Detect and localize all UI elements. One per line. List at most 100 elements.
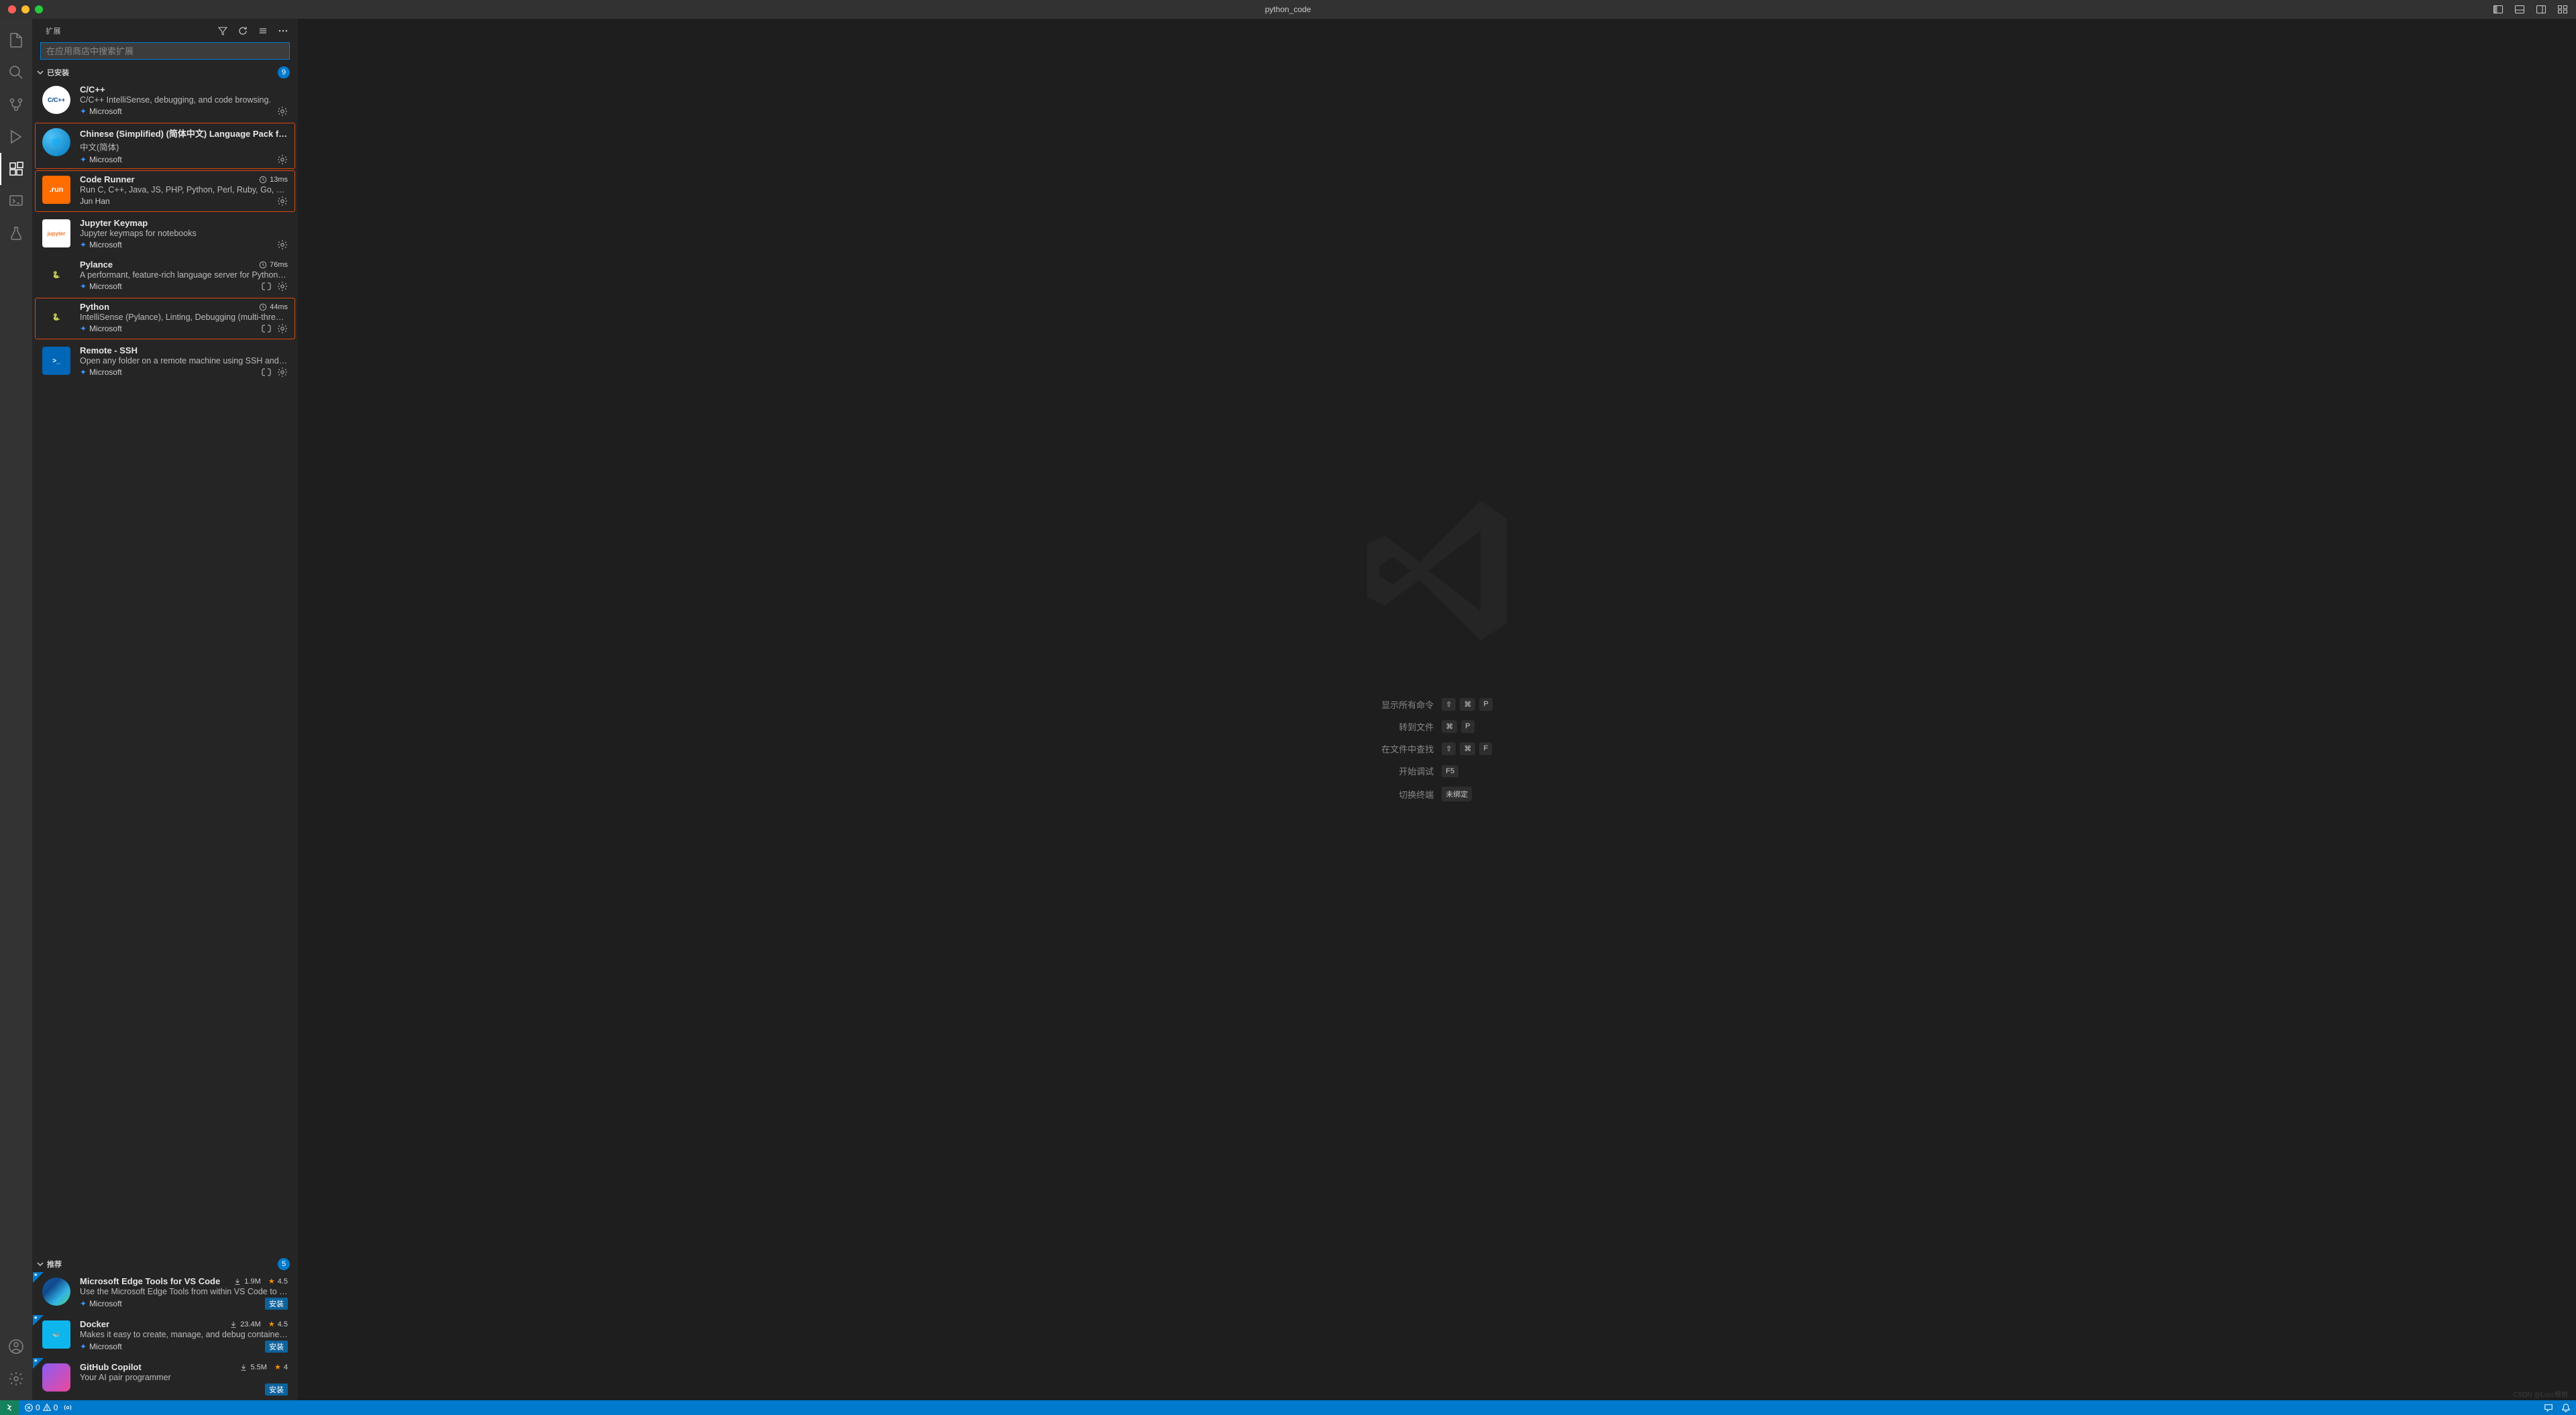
activity-search[interactable] bbox=[0, 56, 32, 89]
activity-remote-explorer[interactable] bbox=[0, 185, 32, 217]
section-recommended-label: 推荐 bbox=[47, 1259, 62, 1269]
feedback-icon bbox=[2544, 1403, 2553, 1412]
section-recommended-header[interactable]: 推荐 5 bbox=[32, 1257, 298, 1271]
star-icon: ★ bbox=[268, 1277, 275, 1286]
gear-icon[interactable] bbox=[277, 196, 288, 207]
minimize-button[interactable] bbox=[21, 5, 30, 13]
extension-item[interactable]: 🌐 Chinese (Simplified) (简体中文) Language P… bbox=[35, 123, 295, 169]
close-button[interactable] bbox=[8, 5, 16, 13]
extension-item[interactable]: 🐍 Python44ms IntelliSense (Pylance), Lin… bbox=[35, 298, 295, 339]
broadcast-icon bbox=[63, 1403, 72, 1412]
rating: 4.5 bbox=[278, 1320, 288, 1328]
status-problems[interactable]: 0 0 bbox=[24, 1403, 58, 1412]
window-title: python_code bbox=[1265, 5, 1311, 14]
activity-accounts[interactable] bbox=[0, 1331, 32, 1363]
customize-layout-icon[interactable] bbox=[2557, 4, 2568, 15]
gear-icon[interactable] bbox=[277, 106, 288, 117]
shortcut-label: 开始调试 bbox=[1381, 765, 1434, 777]
extension-name: Docker bbox=[80, 1319, 109, 1329]
activity-scm[interactable] bbox=[0, 89, 32, 121]
editor-area: 显示所有命令⇧⌘P转到文件⌘P在文件中查找⇧⌘F开始调试F5切换终端未绑定 bbox=[298, 19, 2576, 1400]
star-icon: ★ bbox=[268, 1320, 275, 1328]
gear-icon[interactable] bbox=[277, 281, 288, 292]
extension-item[interactable]: 🐍 Pylance76ms A performant, feature-rich… bbox=[32, 255, 298, 296]
clear-icon[interactable] bbox=[258, 25, 268, 36]
install-button[interactable]: 安装 bbox=[265, 1298, 288, 1310]
activity-bar bbox=[0, 19, 32, 1400]
clock-icon bbox=[259, 303, 267, 311]
sidebar-title: 扩展 bbox=[46, 25, 61, 36]
key: ⇧ bbox=[1442, 698, 1456, 711]
more-icon[interactable] bbox=[278, 25, 288, 36]
extension-publisher: Microsoft bbox=[89, 324, 122, 333]
sync-ignored-icon[interactable] bbox=[261, 323, 272, 334]
search-input[interactable] bbox=[40, 42, 290, 60]
extension-item[interactable]: .run Code Runner13ms Run C, C++, Java, J… bbox=[35, 170, 295, 212]
gear-icon[interactable] bbox=[277, 367, 288, 378]
toggle-primary-sidebar-icon[interactable] bbox=[2493, 4, 2504, 15]
statusbar: 0 0 bbox=[0, 1400, 2576, 1415]
titlebar: python_code bbox=[0, 0, 2576, 19]
verified-icon: ✦ bbox=[80, 367, 87, 377]
status-ports[interactable] bbox=[63, 1403, 72, 1412]
warning-icon bbox=[42, 1403, 52, 1412]
main-area: 扩展 已安装 9 C/C++ C/C++ C/C++ IntelliSense,… bbox=[0, 19, 2576, 1400]
extension-description: Makes it easy to create, manage, and deb… bbox=[80, 1330, 288, 1339]
filter-icon[interactable] bbox=[217, 25, 228, 36]
extension-description: Use the Microsoft Edge Tools from within… bbox=[80, 1287, 288, 1296]
status-remote[interactable] bbox=[0, 1400, 19, 1415]
section-recommended-count: 5 bbox=[278, 1258, 290, 1270]
extension-icon: .run bbox=[42, 176, 70, 204]
extension-item[interactable]: 🐳 Docker 23.4M ★4.5 Makes it easy to cre… bbox=[32, 1314, 298, 1357]
sync-ignored-icon[interactable] bbox=[261, 367, 272, 378]
shortcuts-list: 显示所有命令⇧⌘P转到文件⌘P在文件中查找⇧⌘F开始调试F5切换终端未绑定 bbox=[1381, 698, 1493, 801]
extension-icon: 🌐 bbox=[42, 128, 70, 156]
shortcut-label: 显示所有命令 bbox=[1381, 698, 1434, 711]
extension-item[interactable]: GitHub Copilot 5.5M ★4 Your AI pair prog… bbox=[32, 1357, 298, 1400]
sync-ignored-icon[interactable] bbox=[261, 281, 272, 292]
install-button[interactable]: 安装 bbox=[265, 1341, 288, 1353]
extension-icon: 🐳 bbox=[42, 1320, 70, 1349]
recommended-badge bbox=[33, 1272, 44, 1283]
activity-settings[interactable] bbox=[0, 1363, 32, 1395]
extension-icon bbox=[42, 1278, 70, 1306]
extension-icon: >_ bbox=[42, 347, 70, 375]
extension-description: IntelliSense (Pylance), Linting, Debuggi… bbox=[80, 313, 288, 322]
gear-icon[interactable] bbox=[277, 154, 288, 165]
gear-icon[interactable] bbox=[277, 323, 288, 334]
extension-name: Remote - SSH bbox=[80, 345, 138, 355]
extension-icon: 🐍 bbox=[42, 303, 70, 331]
section-installed-header[interactable]: 已安装 9 bbox=[32, 65, 298, 80]
extension-icon bbox=[42, 1363, 70, 1392]
extension-item[interactable]: C/C++ C/C++ C/C++ IntelliSense, debuggin… bbox=[32, 80, 298, 121]
shortcut-label: 在文件中查找 bbox=[1381, 742, 1434, 755]
gear-icon[interactable] bbox=[277, 239, 288, 250]
toggle-secondary-sidebar-icon[interactable] bbox=[2536, 4, 2546, 15]
extension-icon: jupyter bbox=[42, 219, 70, 247]
extension-name: Python bbox=[80, 302, 109, 312]
status-feedback[interactable] bbox=[2544, 1403, 2553, 1412]
extension-name: Chinese (Simplified) (简体中文) Language Pac… bbox=[80, 127, 288, 139]
status-bell[interactable] bbox=[2561, 1403, 2571, 1412]
activity-debug[interactable] bbox=[0, 121, 32, 153]
maximize-button[interactable] bbox=[35, 5, 43, 13]
extension-name: Jupyter Keymap bbox=[80, 218, 148, 228]
clock-icon bbox=[259, 261, 267, 269]
activity-extensions[interactable] bbox=[0, 153, 32, 185]
extension-item[interactable]: Microsoft Edge Tools for VS Code 1.9M ★4… bbox=[32, 1271, 298, 1314]
traffic-lights bbox=[0, 5, 43, 13]
extension-publisher: Microsoft bbox=[89, 1299, 122, 1308]
activity-explorer[interactable] bbox=[0, 24, 32, 56]
refresh-icon[interactable] bbox=[237, 25, 248, 36]
section-installed-count: 9 bbox=[278, 66, 290, 78]
section-installed-label: 已安装 bbox=[47, 67, 69, 78]
install-button[interactable]: 安装 bbox=[265, 1383, 288, 1396]
toggle-panel-icon[interactable] bbox=[2514, 4, 2525, 15]
extension-item[interactable]: jupyter Jupyter Keymap Jupyter keymaps f… bbox=[32, 213, 298, 255]
watermark: 显示所有命令⇧⌘P转到文件⌘P在文件中查找⇧⌘F开始调试F5切换终端未绑定 bbox=[1381, 618, 1493, 801]
key: ⇧ bbox=[1442, 742, 1456, 755]
activity-testing[interactable] bbox=[0, 217, 32, 249]
shortcut-label: 切换终端 bbox=[1381, 788, 1434, 801]
vscode-logo-watermark bbox=[1350, 484, 1524, 658]
extension-item[interactable]: >_ Remote - SSH Open any folder on a rem… bbox=[32, 341, 298, 382]
